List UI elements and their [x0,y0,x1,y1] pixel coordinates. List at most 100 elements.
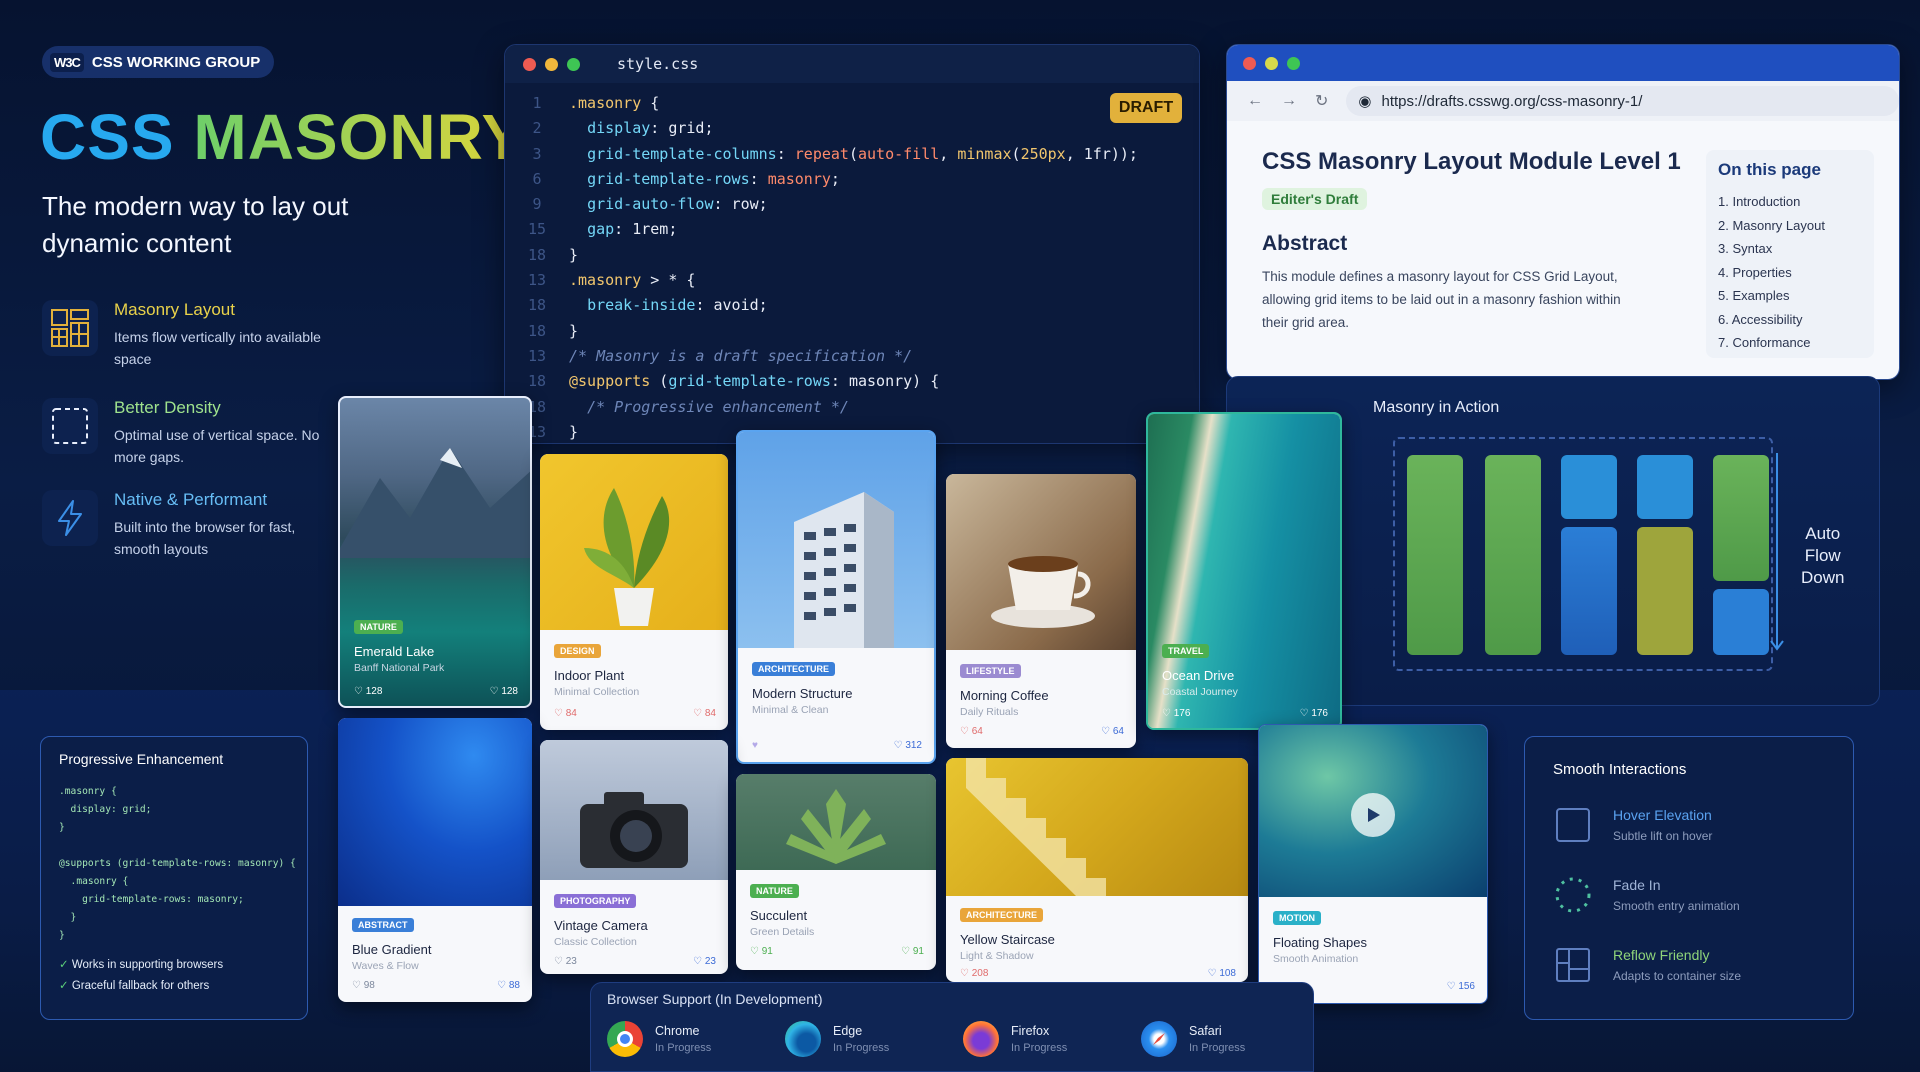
demo-grid [1393,437,1773,671]
card-floating-shapes[interactable]: MOTION Floating Shapes Smooth Animation … [1258,724,1488,1004]
card-subtitle: Green Details [750,926,815,938]
likes-count: ♡ 84 [554,708,577,719]
card-title: Blue Gradient [352,942,432,957]
toc-title: On this page [1718,160,1821,179]
abstract-heading: Abstract [1262,232,1348,255]
abstract-text: This module defines a masonry layout for… [1262,269,1621,330]
toc-item[interactable]: 4. Properties [1718,261,1862,285]
feature-title: Native & Performant [114,490,268,509]
close-dot-icon[interactable] [523,57,536,71]
category-tag: LIFESTYLE [960,664,1021,678]
likes-count-right: ♡ 128 [489,686,518,697]
card-subtitle: Banff National Park [354,662,445,674]
likes-count-right: ♡ 91 [901,946,924,957]
category-tag: ARCHITECTURE [960,908,1043,922]
likes-count-right: ♡ 176 [1299,708,1328,719]
card-ocean-drive[interactable]: TRAVEL Ocean Drive Coastal Journey ♡ 176… [1146,412,1342,730]
minimize-dot-icon[interactable] [545,57,558,71]
chrome-icon [607,1021,643,1057]
card-modern-structure[interactable]: ARCHITECTURE Modern Structure Minimal & … [736,430,936,764]
card-title: Modern Structure [752,686,853,701]
maximize-dot-icon[interactable] [567,57,580,71]
firefox-icon [963,1021,999,1057]
progressive-enhancement-panel: Progressive Enhancement .masonry { displ… [40,736,308,1020]
category-tag: DESIGN [554,644,601,658]
card-emerald-lake[interactable]: NATURE Emerald Lake Banff National Park … [338,396,532,708]
draft-badge: DRAFT [1110,93,1182,123]
toc-item[interactable]: 5. Examples [1718,284,1862,308]
category-tag: TRAVEL [1162,644,1210,658]
panel-title: Browser Support (In Development) [607,991,823,1007]
site-info-icon[interactable]: ◉ [1358,92,1371,110]
browser-edge: Edge In Progress [785,1021,889,1057]
check-item: ✓ Works in supporting browsers [59,959,224,971]
spec-heading: CSS Masonry Layout Module Level 1 [1262,148,1681,175]
safari-icon [1141,1021,1177,1057]
card-subtitle: Light & Shadow [960,950,1034,962]
toc-item[interactable]: 7. Conformance [1718,331,1862,355]
feature-masonry-layout: Masonry Layout Items flow vertically into… [42,300,342,370]
likes-count: ♡ 23 [554,956,577,967]
card-title: Succulent [750,908,808,923]
toc-item[interactable]: 3. Syntax [1718,237,1862,261]
card-title: Emerald Lake [354,644,435,659]
check-item: ✓ Graceful fallback for others [59,980,210,992]
editor-filename[interactable]: style.css [617,55,698,73]
browser-support-panel: Browser Support (In Development) Chrome I… [590,982,1314,1072]
card-yellow-staircase[interactable]: ARCHITECTURE Yellow Staircase Light & Sh… [946,758,1248,982]
card-blue-gradient[interactable]: ABSTRACT Blue Gradient Waves & Flow ♡ 98… [338,718,532,1002]
grid-icon [42,300,98,356]
url-text: https://drafts.csswg.org/css-masonry-1/ [1381,92,1643,110]
category-tag: PHOTOGRAPHY [554,894,637,908]
status-badge: Editer's Draft [1262,188,1368,210]
card-subtitle: Waves & Flow [352,960,419,972]
card-title: Yellow Staircase [960,932,1055,947]
toc-item[interactable]: 2. Masonry Layout [1718,214,1862,238]
category-tag: MOTION [1273,911,1321,925]
card-indoor-plant[interactable]: DESIGN Indoor Plant Minimal Collection ♡… [540,454,728,730]
close-dot-icon[interactable] [1243,56,1256,70]
demo-block [1637,527,1693,655]
browser-firefox: Firefox In Progress [963,1021,1067,1057]
card-morning-coffee[interactable]: LIFESTYLE Morning Coffee Daily Rituals ♡… [946,474,1136,748]
toc-item[interactable]: 6. Accessibility [1718,308,1862,332]
edge-icon [785,1021,821,1057]
card-vintage-camera[interactable]: PHOTOGRAPHY Vintage Camera Classic Colle… [540,740,728,974]
likes-count-right: ♡ 84 [693,708,716,719]
category-tag: ARCHITECTURE [752,662,835,676]
play-icon[interactable] [1351,793,1395,837]
checkmark-icon: ✓ [59,980,69,992]
maximize-dot-icon[interactable] [1287,56,1300,70]
demo-block [1485,455,1541,655]
back-arrow-icon[interactable]: ← [1247,92,1263,110]
layout-grid-icon [1553,945,1593,985]
interaction-item: Reflow Friendly Adapts to container size [1553,945,1741,985]
likes-count-right: ♡ 312 [893,740,922,751]
card-title: Ocean Drive [1162,668,1235,683]
likes-count: ♡ 128 [354,686,383,697]
card-succulent[interactable]: NATURE Succulent Green Details ♡ 91 ♡ 91 [736,774,936,970]
forward-arrow-icon[interactable]: → [1281,92,1297,110]
demo-block [1713,589,1769,655]
category-tag: NATURE [354,620,403,634]
heart-icon[interactable]: ♥ [752,740,758,751]
reload-icon[interactable]: ↻ [1315,91,1328,111]
interaction-item: Fade In Smooth entry animation [1553,875,1740,915]
feature-desc: Items flow vertically into available spa… [114,329,321,367]
checkmark-icon: ✓ [59,959,69,971]
feature-title: Better Density [114,398,221,417]
demo-block [1561,527,1617,655]
square-outline-icon [1553,805,1593,845]
toc-item[interactable]: 1. Introduction [1718,190,1862,214]
editor-titlebar: style.css [505,45,1199,83]
code-content[interactable]: 1 .masonry { 2 display: grid; 3 grid-temp… [505,83,1199,443]
likes-count: ♡ 98 [352,980,375,991]
auto-flow-label: Auto Flow Down [1801,524,1845,587]
card-title: Floating Shapes [1273,935,1367,950]
card-subtitle: Classic Collection [554,936,637,948]
minimize-dot-icon[interactable] [1265,56,1278,70]
fallback-code: .masonry { display: grid; } @supports (g… [59,786,296,941]
demo-title: Masonry in Action [1373,399,1500,416]
address-bar[interactable]: ◉ https://drafts.csswg.org/css-masonry-1/ [1346,86,1899,116]
browser-safari: Safari In Progress [1141,1021,1245,1057]
